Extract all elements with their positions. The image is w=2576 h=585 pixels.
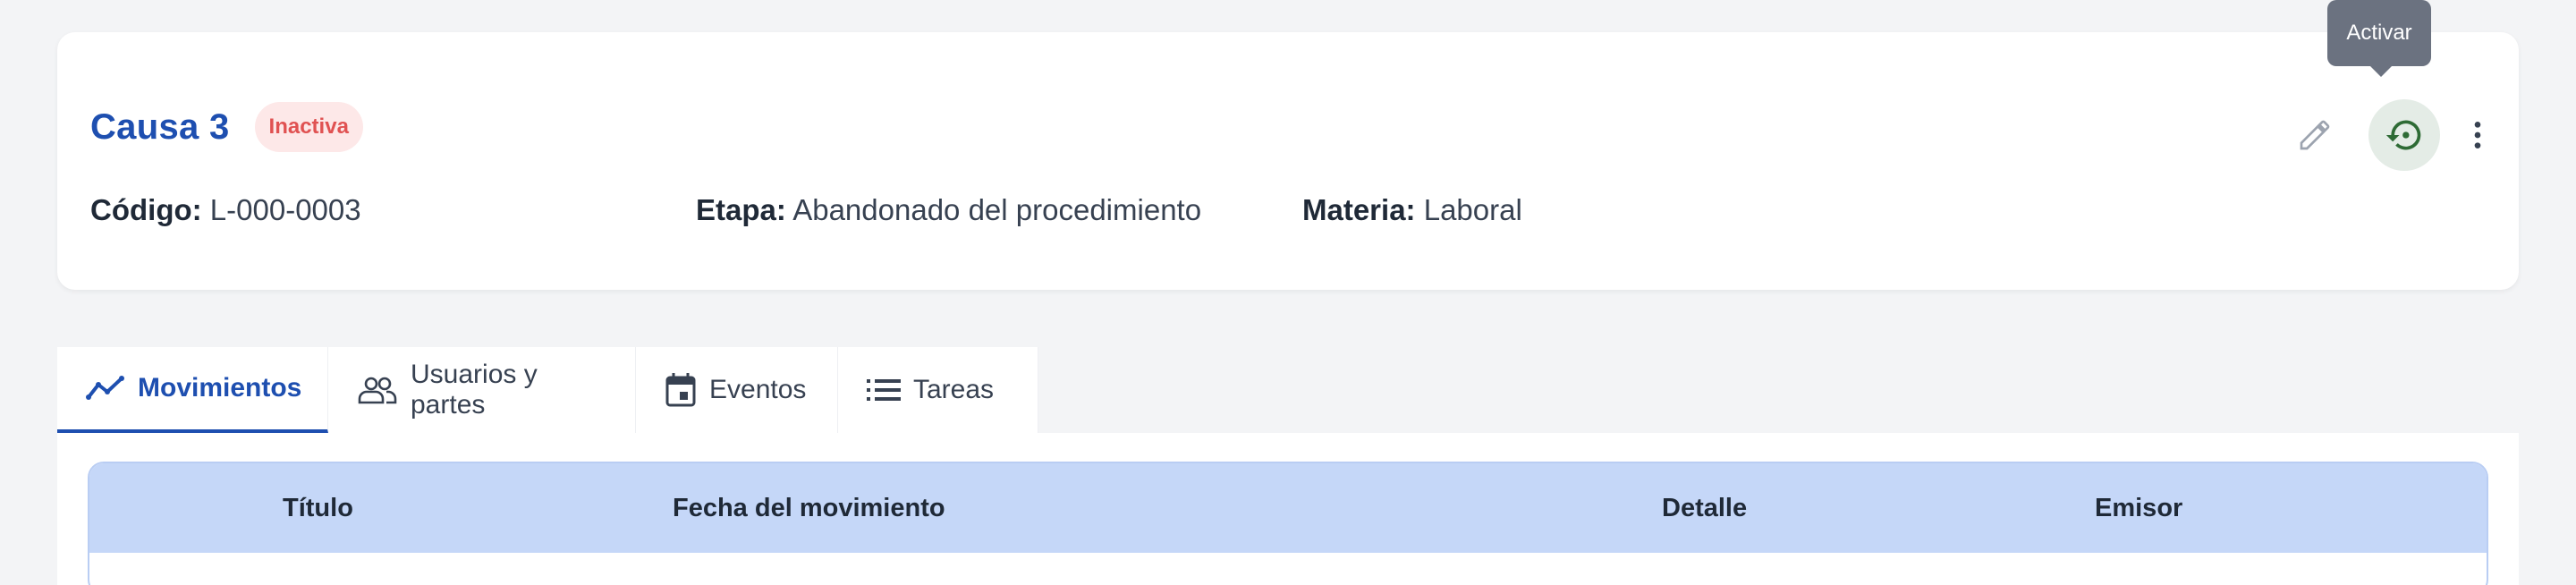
edit-button[interactable] bbox=[2279, 99, 2351, 171]
meta-codigo-label: Código: bbox=[90, 193, 202, 226]
tab-usuarios-y-partes[interactable]: Usuarios y partes bbox=[328, 347, 636, 433]
meta-codigo: Código: L-000-0003 bbox=[90, 193, 361, 227]
meta-materia: Materia: Laboral bbox=[1302, 193, 1522, 227]
more-vert-icon bbox=[2474, 122, 2481, 148]
table-header: Título Fecha del movimiento Detalle Emis… bbox=[89, 463, 2487, 553]
movimientos-table: Título Fecha del movimiento Detalle Emis… bbox=[88, 462, 2488, 585]
tab-tareas[interactable]: Tareas bbox=[838, 347, 1038, 433]
column-header-detalle[interactable]: Detalle bbox=[1662, 463, 1747, 553]
pencil-icon bbox=[2300, 120, 2330, 150]
tab-eventos[interactable]: Eventos bbox=[636, 347, 838, 433]
people-icon bbox=[357, 376, 398, 404]
meta-etapa-label: Etapa: bbox=[696, 193, 786, 226]
meta-etapa: Etapa: Abandonado del procedimiento bbox=[696, 193, 1201, 227]
activate-tooltip: Activar bbox=[2327, 0, 2431, 77]
status-badge: Inactiva bbox=[254, 102, 363, 152]
tab-label: Eventos bbox=[709, 375, 807, 404]
calendar-icon bbox=[665, 372, 697, 408]
meta-materia-label: Materia: bbox=[1302, 193, 1416, 226]
meta-codigo-value: L-000-0003 bbox=[209, 193, 361, 226]
tab-label: Usuarios y partes bbox=[411, 360, 538, 420]
tab-label: Movimientos bbox=[138, 373, 302, 403]
restore-icon bbox=[2385, 120, 2421, 150]
tab-movimientos[interactable]: Movimientos bbox=[57, 347, 328, 433]
page: Causa 3 Inactiva Código: L-000-0003 Etap… bbox=[0, 0, 2576, 585]
tab-label: Tareas bbox=[913, 375, 995, 404]
case-header-card: Causa 3 Inactiva Código: L-000-0003 Etap… bbox=[57, 32, 2519, 290]
meta-materia-value: Laboral bbox=[1423, 193, 1522, 226]
list-icon bbox=[867, 377, 901, 403]
tab-bar: Movimientos Usuarios y partes Eventos Ta… bbox=[57, 347, 1038, 433]
meta-etapa-value: Abandonado del procedimiento bbox=[792, 193, 1202, 226]
movimientos-panel: Título Fecha del movimiento Detalle Emis… bbox=[57, 433, 2519, 585]
column-header-fecha[interactable]: Fecha del movimiento bbox=[673, 463, 945, 553]
more-options-button[interactable] bbox=[2442, 99, 2513, 171]
activate-button[interactable] bbox=[2368, 99, 2440, 171]
case-title-row: Causa 3 Inactiva bbox=[90, 102, 363, 152]
trending-line-icon bbox=[86, 375, 125, 402]
case-title: Causa 3 bbox=[90, 106, 230, 147]
column-header-titulo[interactable]: Título bbox=[283, 463, 353, 553]
column-header-emisor[interactable]: Emisor bbox=[2095, 463, 2182, 553]
